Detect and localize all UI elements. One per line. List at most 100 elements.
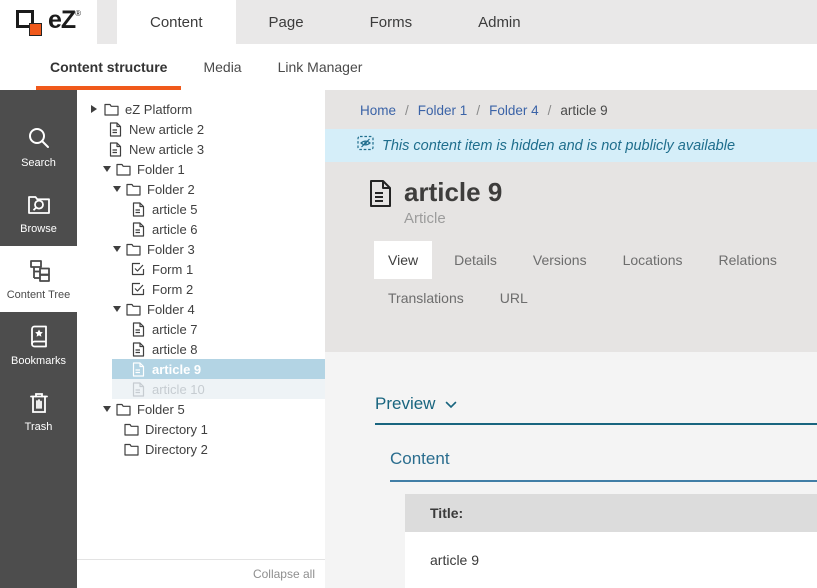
tree-item-directory-2[interactable]: Directory 2 xyxy=(77,439,325,459)
subnav-item-media[interactable]: Media xyxy=(189,44,255,90)
article-icon xyxy=(107,141,123,157)
tree-item-directory-1[interactable]: Directory 1 xyxy=(77,419,325,439)
tree-item-article-5[interactable]: article 5 xyxy=(77,199,325,219)
ez-platform-admin: eZ ® ContentPageFormsAdmin Content struc… xyxy=(0,0,817,588)
article-icon xyxy=(130,341,146,357)
tree-item-label: article 8 xyxy=(152,342,198,357)
article-icon xyxy=(107,121,123,137)
tree-item-folder-4[interactable]: Folder 4 xyxy=(77,299,325,319)
article-icon xyxy=(130,221,146,237)
tree-item-article-9[interactable]: article 9 xyxy=(77,359,325,379)
top-navigation: ContentPageFormsAdmin xyxy=(117,0,554,44)
chevron-collapsed-icon[interactable] xyxy=(91,105,103,113)
tab-details[interactable]: Details xyxy=(440,241,511,279)
breadcrumb-separator: / xyxy=(548,103,552,118)
folder-icon xyxy=(125,241,141,257)
subnav-item-link-manager[interactable]: Link Manager xyxy=(264,44,377,90)
top-tab-page[interactable]: Page xyxy=(236,0,337,44)
breadcrumb-separator: / xyxy=(476,103,480,118)
sub-navigation: Content structureMediaLink Manager xyxy=(0,44,817,90)
tree-item-article-6[interactable]: article 6 xyxy=(77,219,325,239)
tab-relations[interactable]: Relations xyxy=(705,241,791,279)
tree-item-label: Directory 1 xyxy=(145,422,208,437)
preview-label: Preview xyxy=(375,394,435,414)
tab-locations[interactable]: Locations xyxy=(609,241,697,279)
article-icon xyxy=(130,361,146,377)
chevron-expanded-icon[interactable] xyxy=(113,246,125,252)
collapse-all-button[interactable]: Collapse all xyxy=(77,559,325,588)
tab-url[interactable]: URL xyxy=(486,279,542,317)
sidebar-item-browse[interactable]: Browse xyxy=(0,180,77,246)
tree-item-form-2[interactable]: Form 2 xyxy=(77,279,325,299)
tree-item-ez-platform[interactable]: eZ Platform xyxy=(77,99,325,119)
title-block: article 9 Article xyxy=(325,179,817,227)
tree-item-new-article-2[interactable]: New article 2 xyxy=(77,119,325,139)
tree-item-article-8[interactable]: article 8 xyxy=(77,339,325,359)
top-tab-forms[interactable]: Forms xyxy=(337,0,446,44)
hidden-content-notice: This content item is hidden and is not p… xyxy=(325,129,817,162)
tree-item-label: eZ Platform xyxy=(125,102,192,117)
breadcrumb-link-folder-4[interactable]: Folder 4 xyxy=(489,103,539,118)
chevron-expanded-icon[interactable] xyxy=(103,166,115,172)
left-sidebar: Search Browse Content Tree Bookmarks Trash xyxy=(0,90,77,588)
article-icon xyxy=(130,321,146,337)
search-icon xyxy=(26,126,52,152)
content-tree: eZ PlatformNew article 2New article 3Fol… xyxy=(77,99,325,459)
sidebar-item-trash[interactable]: Trash xyxy=(0,378,77,444)
page-title: article 9 xyxy=(404,179,502,206)
tree-item-label: Folder 3 xyxy=(147,242,195,257)
tab-versions[interactable]: Versions xyxy=(519,241,601,279)
tree-item-new-article-3[interactable]: New article 3 xyxy=(77,139,325,159)
tree-item-article-7[interactable]: article 7 xyxy=(77,319,325,339)
top-tab-content[interactable]: Content xyxy=(117,0,236,44)
form-icon xyxy=(130,261,146,277)
tree-item-label: Form 2 xyxy=(152,282,193,297)
sidebar-item-bookmarks[interactable]: Bookmarks xyxy=(0,312,77,378)
tree-item-folder-3[interactable]: Folder 3 xyxy=(77,239,325,259)
content-tree-panel: eZ PlatformNew article 2New article 3Fol… xyxy=(77,90,325,588)
breadcrumb-separator: / xyxy=(405,103,409,118)
tab-view[interactable]: View xyxy=(374,241,432,279)
logo[interactable]: eZ ® xyxy=(0,0,97,44)
tree-item-folder-2[interactable]: Folder 2 xyxy=(77,179,325,199)
subnav-item-content-structure[interactable]: Content structure xyxy=(36,44,181,90)
tree-item-folder-5[interactable]: Folder 5 xyxy=(77,399,325,419)
tree-item-label: Form 1 xyxy=(152,262,193,277)
tree-item-label: article 7 xyxy=(152,322,198,337)
tree-item-label: New article 2 xyxy=(129,122,204,137)
tab-translations[interactable]: Translations xyxy=(374,279,478,317)
tree-item-label: article 5 xyxy=(152,202,198,217)
browse-icon xyxy=(26,192,52,218)
trash-icon xyxy=(27,390,51,416)
chevron-expanded-icon[interactable] xyxy=(113,186,125,192)
sidebar-item-search[interactable]: Search xyxy=(0,114,77,180)
chevron-down-icon xyxy=(445,394,457,414)
field-table: Title:article 9 xyxy=(405,494,817,588)
notice-text: This content item is hidden and is not p… xyxy=(382,138,735,154)
tree-item-label: article 9 xyxy=(152,362,201,377)
sidebar-item-content-tree[interactable]: Content Tree xyxy=(0,246,77,312)
sidebar-item-label: Search xyxy=(21,157,56,169)
folder-icon xyxy=(125,301,141,317)
top-bar: eZ ® ContentPageFormsAdmin xyxy=(0,0,817,44)
breadcrumb-link-folder-1[interactable]: Folder 1 xyxy=(418,103,468,118)
chevron-expanded-icon[interactable] xyxy=(113,306,125,312)
tree-item-folder-1[interactable]: Folder 1 xyxy=(77,159,325,179)
form-icon xyxy=(130,281,146,297)
sidebar-item-label: Browse xyxy=(20,223,57,235)
tree-item-label: Folder 2 xyxy=(147,182,195,197)
field-value: article 9 xyxy=(405,532,817,588)
sidebar-item-label: Bookmarks xyxy=(11,355,66,367)
folder-icon xyxy=(123,421,139,437)
tree-item-form-1[interactable]: Form 1 xyxy=(77,259,325,279)
top-tab-admin[interactable]: Admin xyxy=(445,0,554,44)
chevron-expanded-icon[interactable] xyxy=(103,406,115,412)
document-icon xyxy=(368,179,393,227)
breadcrumb-link-home[interactable]: Home xyxy=(360,103,396,118)
tree-item-label: Folder 4 xyxy=(147,302,195,317)
preview-toggle[interactable]: Preview xyxy=(375,394,817,425)
folder-icon xyxy=(115,161,131,177)
folder-icon xyxy=(115,401,131,417)
sidebar-item-label: Trash xyxy=(25,421,53,433)
tree-item-article-10[interactable]: article 10 xyxy=(77,379,325,399)
